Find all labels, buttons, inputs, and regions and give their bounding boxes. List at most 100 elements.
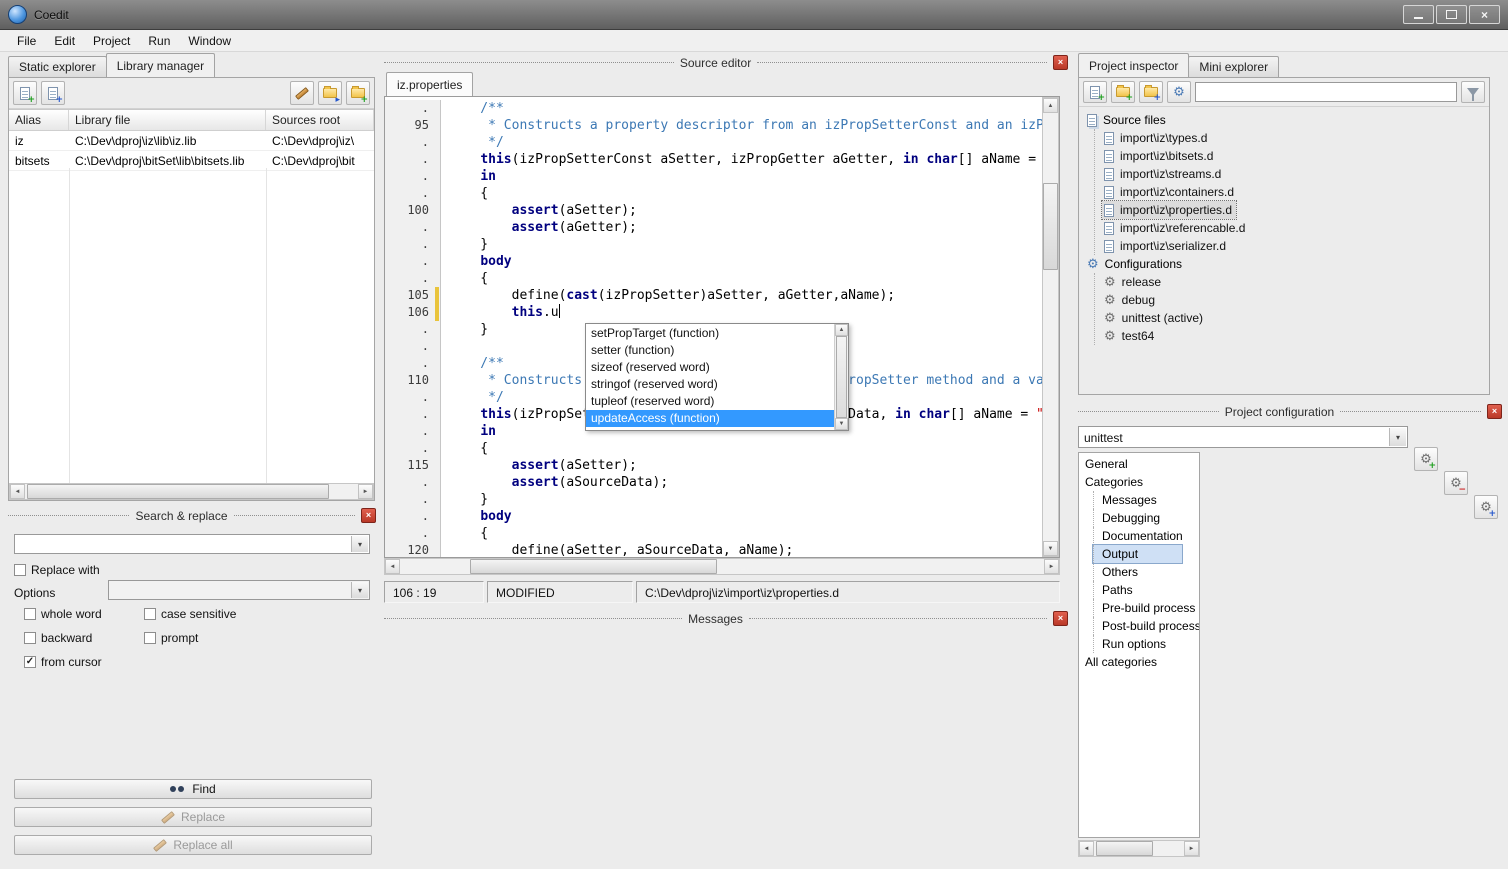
tree-item-import-iz-types-d[interactable]: import\iz\types.d <box>1102 129 1211 147</box>
completion-item-updateaccess-function[interactable]: updateAccess (function) <box>586 410 834 427</box>
completion-item-setter-function[interactable]: setter (function) <box>586 342 834 359</box>
checkbox-whole-word[interactable]: whole word <box>24 604 144 624</box>
chevron-down-icon[interactable]: ▾ <box>1389 428 1406 446</box>
completion-list[interactable]: setPropTarget (function)setter (function… <box>586 324 834 430</box>
category-general[interactable]: General <box>1079 455 1165 473</box>
scroll-thumb[interactable] <box>1043 183 1058 270</box>
category-categories[interactable]: Categories <box>1079 473 1165 491</box>
scroll-right-button[interactable]: ► <box>1044 559 1059 574</box>
scroll-track[interactable] <box>25 484 358 499</box>
scroll-down-button[interactable]: ▼ <box>835 418 848 430</box>
replace-input[interactable]: ▾ <box>108 580 370 600</box>
column-header-alias[interactable]: Alias <box>9 110 69 130</box>
inspector-filter-input[interactable] <box>1195 82 1457 102</box>
find-button[interactable]: Find <box>14 779 372 799</box>
category-output[interactable]: Output <box>1093 545 1182 563</box>
title-bar[interactable]: Coedit × <box>0 0 1508 30</box>
close-editor-panel-button[interactable]: × <box>1053 55 1068 70</box>
category-paths[interactable]: Paths <box>1093 581 1182 599</box>
completion-item-tupleof-reserved-word[interactable]: tupleof (reserved word) <box>586 393 834 410</box>
scroll-track[interactable] <box>400 559 1044 574</box>
column-header-library-file[interactable]: Library file <box>69 110 266 130</box>
add-folder-button[interactable]: + <box>346 81 370 105</box>
scroll-right-button[interactable]: ► <box>1184 841 1199 856</box>
categories-hscrollbar[interactable]: ◄ ► <box>1078 840 1200 857</box>
tree-section-source-files[interactable]: Source files <box>1087 111 1489 129</box>
chevron-down-icon[interactable]: ▾ <box>351 536 368 552</box>
tree-item-import-iz-streams-d[interactable]: import\iz\streams.d <box>1102 165 1225 183</box>
inspector-tree[interactable]: Source filesimport\iz\types.dimport\iz\b… <box>1079 107 1489 345</box>
scroll-thumb[interactable] <box>27 484 329 499</box>
replace-with-checkbox[interactable]: Replace with <box>14 560 100 580</box>
close-search-panel-button[interactable]: × <box>361 508 376 523</box>
scroll-up-button[interactable]: ▲ <box>1043 98 1058 113</box>
search-input[interactable]: ▾ <box>14 534 370 554</box>
remove-configuration-button[interactable]: ⚙− <box>1444 471 1468 495</box>
tree-item-import-iz-serializer-d[interactable]: import\iz\serializer.d <box>1102 237 1230 255</box>
category-others[interactable]: Others <box>1093 563 1182 581</box>
checkbox-case-sensitive[interactable]: case sensitive <box>144 604 368 624</box>
add-folder-sources-button[interactable]: + <box>1139 81 1163 103</box>
scroll-track[interactable] <box>1043 113 1058 541</box>
column-header-sources-root[interactable]: Sources root <box>266 110 374 130</box>
close-messages-panel-button[interactable]: × <box>1053 611 1068 626</box>
scroll-thumb[interactable] <box>1096 841 1153 856</box>
scroll-left-button[interactable]: ◄ <box>385 559 400 574</box>
new-source-button[interactable]: + <box>1083 81 1107 103</box>
completion-item-stringof-reserved-word[interactable]: stringof (reserved word) <box>586 376 834 393</box>
menu-item-file[interactable]: File <box>8 31 45 51</box>
scroll-thumb[interactable] <box>836 336 847 418</box>
minimize-button[interactable] <box>1403 5 1434 24</box>
category-messages[interactable]: Messages <box>1093 491 1182 509</box>
checkbox-backward[interactable]: backward <box>24 628 144 648</box>
open-library-button[interactable]: ▸ <box>318 81 342 105</box>
tree-item-release[interactable]: ⚙release <box>1102 273 1165 291</box>
checkbox-box[interactable] <box>144 608 156 620</box>
tree-item-unittest-active[interactable]: ⚙unittest (active) <box>1102 309 1207 327</box>
tree-section-configurations[interactable]: ⚙Configurations <box>1087 255 1489 273</box>
add-project-library-button[interactable]: + <box>41 81 65 105</box>
category-all-categories[interactable]: All categories <box>1079 653 1165 671</box>
completion-item-setproptarget-function[interactable]: setPropTarget (function) <box>586 325 834 342</box>
library-hscrollbar[interactable]: ◄ ► <box>9 483 374 500</box>
scroll-left-button[interactable]: ◄ <box>1079 841 1094 856</box>
scroll-up-button[interactable]: ▲ <box>835 324 848 336</box>
menu-item-window[interactable]: Window <box>179 31 240 51</box>
completion-item-sizeof-reserved-word[interactable]: sizeof (reserved word) <box>586 359 834 376</box>
checkbox-box[interactable] <box>24 632 36 644</box>
tree-item-debug[interactable]: ⚙debug <box>1102 291 1159 309</box>
completion-vscrollbar[interactable]: ▲ ▼ <box>834 324 848 430</box>
checkbox-box[interactable]: ✓ <box>24 656 36 668</box>
add-source-button[interactable]: + <box>1111 81 1135 103</box>
category-debugging[interactable]: Debugging <box>1093 509 1182 527</box>
tools-button[interactable]: ⚙ <box>1167 81 1191 103</box>
category-pre-build-process[interactable]: Pre-build process <box>1093 599 1195 617</box>
close-project-configuration-button[interactable]: × <box>1487 404 1502 419</box>
configuration-selector[interactable]: unittest ▾ <box>1078 426 1408 448</box>
tab-project-inspector[interactable]: Project inspector <box>1078 53 1189 77</box>
table-row[interactable]: izC:\Dev\dproj\iz\lib\iz.libC:\Dev\dproj… <box>9 131 374 151</box>
menu-item-run[interactable]: Run <box>139 31 179 51</box>
replace-button[interactable]: Replace <box>14 807 372 827</box>
checkbox-prompt[interactable]: prompt <box>144 628 368 648</box>
scroll-down-button[interactable]: ▼ <box>1043 541 1058 556</box>
tab-library-manager[interactable]: Library manager <box>106 53 215 77</box>
library-table[interactable]: AliasLibrary fileSources root izC:\Dev\d… <box>9 109 374 483</box>
editor-hscrollbar[interactable]: ◄ ► <box>384 558 1060 575</box>
scroll-left-button[interactable]: ◄ <box>10 484 25 499</box>
tab-mini-explorer[interactable]: Mini explorer <box>1188 56 1279 77</box>
close-button[interactable]: × <box>1469 5 1500 24</box>
checkbox-box[interactable] <box>144 632 156 644</box>
code-editor[interactable]: . /**95 * Constructs a property descript… <box>384 96 1060 558</box>
scroll-right-button[interactable]: ► <box>358 484 373 499</box>
replace-all-button[interactable]: Replace all <box>14 835 372 855</box>
maximize-button[interactable] <box>1436 5 1467 24</box>
menu-item-edit[interactable]: Edit <box>45 31 84 51</box>
scroll-track[interactable] <box>1094 841 1184 856</box>
configuration-categories[interactable]: GeneralCategoriesMessagesDebuggingDocume… <box>1078 452 1200 838</box>
menu-item-project[interactable]: Project <box>84 31 139 51</box>
category-run-options[interactable]: Run options <box>1093 635 1182 653</box>
editor-vscrollbar[interactable]: ▲ ▼ <box>1042 97 1059 557</box>
category-documentation[interactable]: Documentation <box>1093 527 1183 545</box>
tree-item-import-iz-bitsets-d[interactable]: import\iz\bitsets.d <box>1102 147 1217 165</box>
